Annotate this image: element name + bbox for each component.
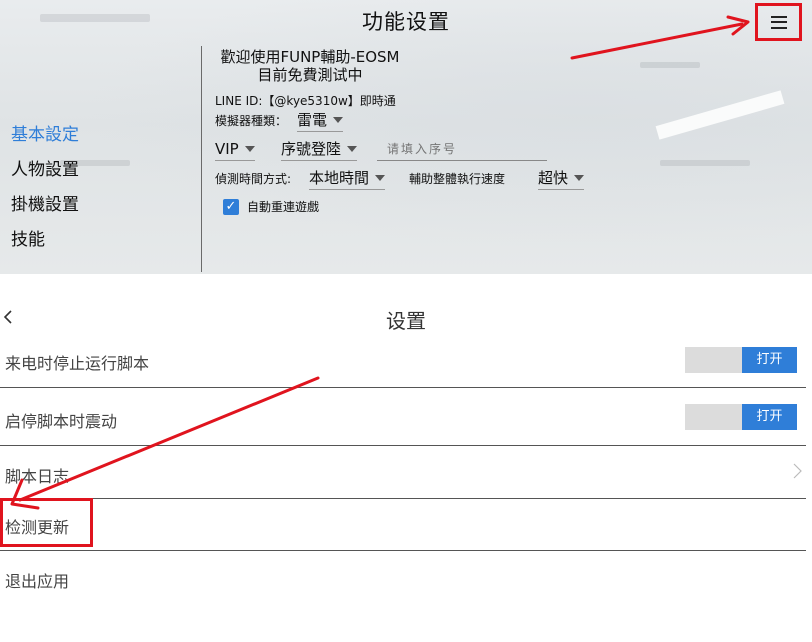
nav-item-idle-settings[interactable]: 掛機設置 xyxy=(11,192,79,227)
stop-on-call-toggle[interactable]: 打开 xyxy=(685,347,797,373)
tier-dropdown[interactable]: VIP xyxy=(215,137,255,161)
row-divider xyxy=(0,387,806,388)
settings-row-check-update[interactable]: 检测更新 xyxy=(0,498,806,551)
settings-row-exit-app[interactable]: 退出应用 xyxy=(0,551,806,604)
tier-value: VIP xyxy=(215,139,239,158)
emulator-label: 模擬器種類： xyxy=(215,114,288,128)
settings-row-stop-on-call: 来电时停止运行脚本 打开 xyxy=(0,335,806,388)
speed-dropdown[interactable]: 超快 xyxy=(538,166,585,190)
line-id-text: LINE ID:【@kye5310w】即時通 xyxy=(215,94,396,108)
nav-item-character-settings[interactable]: 人物設置 xyxy=(11,157,79,192)
detect-time-value: 本地時間 xyxy=(309,169,370,187)
speed-label: 輔助整體執行速度 xyxy=(409,172,506,186)
welcome-message: 歡迎使用FUNP輔助-EOSM 目前免費測试中 xyxy=(215,48,405,84)
auto-reconnect-label: 自動重連遊戲 xyxy=(247,200,320,214)
feature-settings-panel: 功能设置 基本設定 人物設置 掛機設置 技能 歡迎使用FUNP輔助-EOSM 目… xyxy=(0,0,812,274)
background-texture xyxy=(655,90,785,140)
highlight-box xyxy=(0,498,93,547)
caret-down-icon xyxy=(347,145,358,152)
nav-item-skills[interactable]: 技能 xyxy=(11,227,79,262)
nav-item-basic-settings[interactable]: 基本設定 xyxy=(11,122,79,157)
caret-down-icon xyxy=(333,116,344,123)
caret-down-icon xyxy=(574,174,585,181)
row-label: 来电时停止运行脚本 xyxy=(5,354,150,373)
login-mode-dropdown[interactable]: 序號登陸 xyxy=(281,137,358,161)
detect-time-dropdown[interactable]: 本地時間 xyxy=(309,166,386,190)
toggle-on-label: 打开 xyxy=(742,347,797,373)
caret-down-icon xyxy=(244,145,255,152)
emulator-value: 雷電 xyxy=(297,111,328,129)
background-texture xyxy=(640,62,700,68)
menu-button[interactable] xyxy=(755,3,802,41)
settings-row-vibrate: 启停脚本时震动 打开 xyxy=(0,393,806,446)
chevron-right-icon xyxy=(793,463,802,479)
welcome-line-1: 歡迎使用FUNP輔助-EOSM xyxy=(220,48,400,66)
caret-down-icon xyxy=(375,174,386,181)
login-mode-value: 序號登陸 xyxy=(281,140,342,158)
vertical-divider xyxy=(201,46,202,272)
side-nav: 基本設定 人物設置 掛機設置 技能 xyxy=(11,122,79,262)
settings-row-script-log[interactable]: 脚本日志 xyxy=(0,446,806,499)
row-label: 退出应用 xyxy=(5,572,70,591)
toggle-on-label: 打开 xyxy=(742,404,797,430)
emulator-dropdown[interactable]: 雷電 xyxy=(297,108,344,132)
speed-value: 超快 xyxy=(538,169,569,187)
detect-time-label: 偵測時間方式: xyxy=(215,172,292,186)
welcome-line-2: 目前免費測试中 xyxy=(257,66,363,84)
auto-reconnect-option[interactable]: ✓ 自動重連遊戲 xyxy=(223,198,319,215)
panel-title: 功能设置 xyxy=(362,10,450,34)
background-texture xyxy=(660,160,750,166)
serial-input[interactable] xyxy=(377,137,547,161)
hamburger-icon xyxy=(770,15,787,29)
row-label: 脚本日志 xyxy=(5,467,70,486)
row-label: 启停脚本时震动 xyxy=(5,412,118,431)
checkmark-icon[interactable]: ✓ xyxy=(223,198,239,215)
settings-title: 设置 xyxy=(386,309,426,333)
vibrate-toggle[interactable]: 打开 xyxy=(685,404,797,430)
